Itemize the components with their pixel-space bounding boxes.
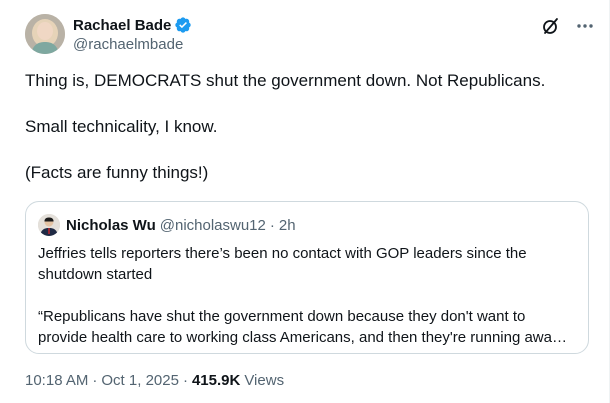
tweet-date[interactable]: Oct 1, 2025 (101, 372, 179, 389)
tweet-text: Thing is, DEMOCRATS shut the government … (25, 70, 585, 208)
quoted-tweet-header: Nicholas Wu @nicholaswu12 · 2h (38, 214, 296, 236)
tweet-meta: 10:18 AM · Oct 1, 2025 · 415.9K Views (25, 372, 284, 389)
tweet-paragraph: Thing is, DEMOCRATS shut the government … (25, 71, 546, 90)
quoted-paragraph-truncated: “Republicans have shut the government do… (38, 308, 560, 346)
views-count[interactable]: 415.9K (192, 372, 240, 389)
grok-icon[interactable] (541, 16, 561, 36)
tweet-time[interactable]: 10:18 AM (25, 372, 88, 389)
separator-dot: · (269, 216, 275, 234)
separator-dot: · (182, 372, 188, 389)
views-label: Views (244, 372, 285, 389)
quoted-author-avatar (38, 214, 60, 236)
author-handle[interactable]: @rachaelmbade (73, 36, 192, 53)
quoted-author-handle: @nicholaswu12 (159, 216, 266, 234)
quoted-paragraph: Jeffries tells reporters there’s been no… (38, 245, 527, 283)
more-icon[interactable] (575, 16, 595, 36)
tweet: Rachael Bade @rachaelmbade Thing is, DEM… (0, 0, 610, 403)
quoted-tweet-card[interactable]: Nicholas Wu @nicholaswu12 · 2h Jeffries … (25, 201, 589, 354)
author-display-name[interactable]: Rachael Bade (73, 17, 171, 34)
quoted-author-name: Nicholas Wu (66, 216, 156, 234)
author-names: Rachael Bade @rachaelmbade (73, 15, 192, 53)
author-avatar[interactable] (25, 14, 65, 54)
header-actions (541, 16, 595, 36)
quoted-tweet-time: 2h (278, 216, 296, 234)
verified-badge-icon (174, 16, 192, 34)
tweet-paragraph: (Facts are funny things!) (25, 163, 209, 182)
tweet-header: Rachael Bade @rachaelmbade (25, 14, 595, 56)
separator-dot: · (92, 372, 98, 389)
quoted-tweet-text: Jeffries tells reporters there’s been no… (38, 243, 574, 369)
tweet-paragraph: Small technicality, I know. (25, 117, 218, 136)
